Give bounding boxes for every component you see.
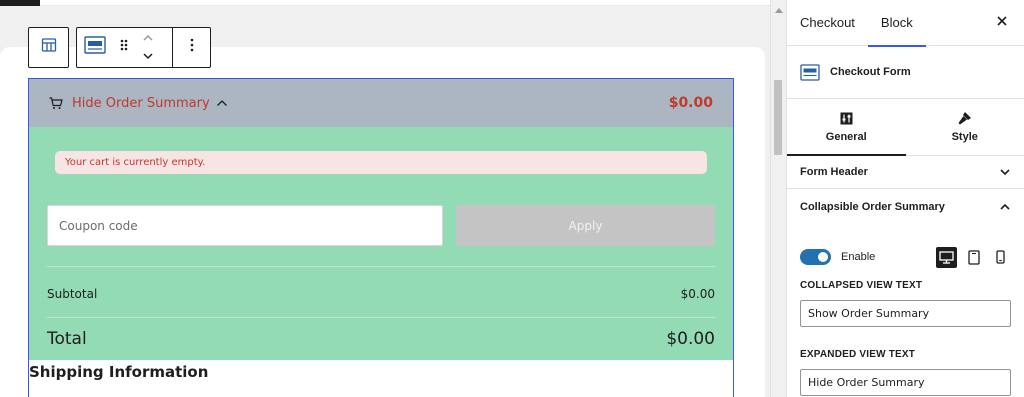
brush-icon (957, 111, 972, 125)
apply-coupon-button[interactable]: Apply (456, 205, 715, 246)
tab-general-label: General (825, 130, 867, 143)
divider (47, 266, 715, 267)
chevron-up-icon (216, 99, 228, 107)
enable-row: Enable (800, 246, 1011, 268)
panel-collapsible-head[interactable]: Collapsible Order Summary (800, 189, 1011, 225)
settings-sidebar: Checkout Block Checkout Form General Sty… (786, 0, 1024, 397)
divider (47, 317, 715, 318)
block-type-button[interactable] (77, 28, 114, 67)
select-parent-button[interactable] (28, 27, 69, 68)
move-buttons (134, 28, 162, 67)
enable-label: Enable (841, 251, 876, 263)
panel-collapsible-title: Collapsible Order Summary (800, 201, 945, 213)
scrollbar[interactable] (770, 0, 786, 397)
more-vertical-icon (190, 38, 194, 57)
block-title: Checkout Form (830, 66, 911, 78)
total-row: Total $0.00 (47, 329, 715, 349)
coupon-input[interactable]: Coupon code (47, 205, 443, 246)
close-icon[interactable] (996, 14, 1008, 32)
editor-canvas: Hide Order Summary $0.00 Your cart is cu… (0, 0, 770, 397)
chevron-up-icon[interactable] (142, 30, 154, 48)
checkout-form-icon (84, 36, 107, 59)
block-toolbar (28, 27, 211, 68)
tab-checkout[interactable]: Checkout (787, 0, 868, 46)
chevron-down-icon[interactable] (142, 48, 154, 66)
order-summary-bar[interactable]: Hide Order Summary $0.00 (29, 79, 733, 127)
scroll-up-arrow-icon[interactable] (775, 8, 783, 13)
mobile-icon[interactable] (990, 247, 1011, 268)
subtotal-value: $0.00 (680, 287, 715, 301)
summary-total: $0.00 (668, 95, 713, 111)
summary-toggle-label: Hide Order Summary (72, 95, 210, 111)
tab-general[interactable]: General (787, 99, 906, 156)
tab-style-label: Style (951, 131, 978, 143)
top-strip-dark (0, 0, 40, 6)
expanded-view-text-label: EXPANDED VIEW TEXT (800, 349, 916, 360)
shipping-information-heading: Shipping Information (29, 363, 209, 381)
panel-form-header[interactable]: Form Header (787, 156, 1024, 189)
block-tools (76, 27, 211, 68)
table-icon (41, 37, 57, 58)
scrollbar-thumb[interactable] (774, 80, 782, 155)
drag-handle-icon (119, 38, 129, 57)
enable-toggle[interactable] (800, 249, 831, 265)
empty-cart-notice: Your cart is currently empty. (55, 151, 707, 174)
drag-handle[interactable] (114, 28, 134, 67)
tablet-icon[interactable] (963, 247, 984, 268)
sidebar-tabs: Checkout Block (787, 0, 1024, 47)
panel-collapsible-order-summary: Collapsible Order Summary Enable COLLAPS… (787, 189, 1024, 396)
subtotal-label: Subtotal (47, 287, 98, 301)
total-label: Total (47, 329, 87, 349)
order-summary-content: Your cart is currently empty. Coupon cod… (29, 127, 733, 360)
desktop-icon[interactable] (936, 246, 957, 268)
cart-icon (49, 96, 63, 110)
tab-style[interactable]: Style (906, 99, 1024, 155)
collapsed-view-text-label: COLLAPSED VIEW TEXT (800, 280, 923, 291)
collapsed-view-text-input[interactable]: Show Order Summary (800, 300, 1011, 327)
checkout-form-block[interactable]: Hide Order Summary $0.00 Your cart is cu… (28, 78, 734, 397)
expanded-view-text-input[interactable]: Hide Order Summary (800, 369, 1011, 396)
general-settings-icon (840, 112, 853, 125)
chevron-up-icon (999, 203, 1011, 211)
checkout-form-icon (800, 63, 820, 81)
block-options-button[interactable] (173, 28, 210, 67)
subtotal-row: Subtotal $0.00 (47, 287, 715, 301)
chevron-down-icon (999, 168, 1011, 176)
top-strip (0, 0, 770, 6)
block-card: Checkout Form (787, 46, 1024, 99)
summary-toggle[interactable]: Hide Order Summary (49, 96, 228, 111)
panel-form-header-title: Form Header (800, 166, 868, 178)
tab-block[interactable]: Block (867, 0, 926, 47)
inspector-tabs: General Style (787, 99, 1024, 156)
total-value: $0.00 (666, 329, 715, 349)
device-switcher (936, 246, 1011, 268)
